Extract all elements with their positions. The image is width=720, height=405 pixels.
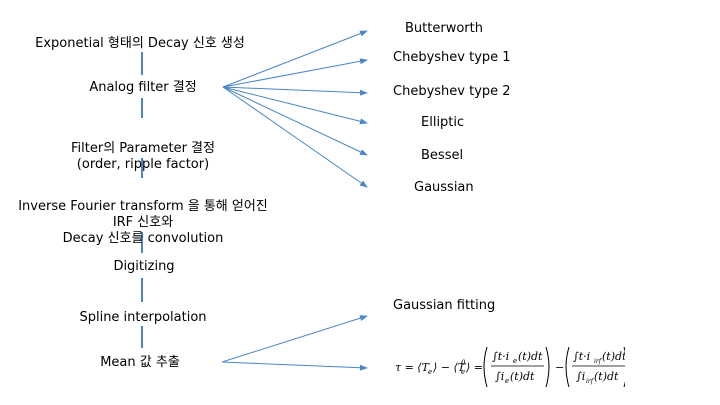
step-filter-parameter: Filter의 Parameter 결정 (order, ripple fact… [71, 125, 215, 173]
svg-text:∫t·i: ∫t·i [573, 350, 590, 363]
option-gaussian: Gaussian [414, 180, 474, 195]
svg-text:(t)dt: (t)dt [594, 370, 619, 383]
step-decay-generation: Exponetial 형태의 Decay 신호 생성 [35, 36, 245, 52]
step-label: Mean 값 추출 [100, 355, 180, 370]
step-label: Spline interpolation [79, 310, 207, 325]
svg-text:⟩ =: ⟩ = [465, 361, 483, 374]
option-gaussian-fitting: Gaussian fitting [393, 298, 496, 313]
option-butterworth: Butterworth [405, 21, 483, 36]
svg-text:e: e [428, 368, 432, 376]
svg-text:(t)dt: (t)dt [510, 370, 535, 383]
step-convolution: Inverse Fourier transform 을 통해 얻어진 IRF 신… [18, 183, 268, 247]
arrow-gaussian-fitting [221, 315, 368, 363]
mean-arrows [221, 315, 368, 371]
option-chebyshev-type-1: Chebyshev type 1 [393, 50, 511, 65]
step-analog-filter: Analog filter 결정 [89, 80, 196, 96]
svg-text:e: e [513, 357, 517, 365]
step-label: Digitizing [113, 259, 175, 274]
svg-text:−: − [555, 361, 564, 374]
svg-text:∫i: ∫i [576, 370, 585, 383]
svg-text:(t)dt: (t)dt [518, 350, 543, 363]
filter-arrows [222, 30, 368, 188]
svg-text:τ = ⟨T: τ = ⟨T [395, 361, 431, 374]
arrow-chebyshev1 [222, 58, 368, 88]
arrow-bessel [222, 86, 368, 156]
step-label: Filter의 Parameter 결정 (order, ripple fact… [71, 141, 215, 172]
svg-text:(t)dt: (t)dt [602, 350, 625, 363]
step-digitizing: Digitizing [113, 259, 174, 275]
step-label: Exponetial 형태의 Decay 신호 생성 [35, 36, 245, 51]
svg-text:e: e [505, 377, 509, 385]
option-elliptic: Elliptic [421, 115, 465, 130]
step-spline: Spline interpolation [79, 310, 206, 326]
svg-text:∫i: ∫i [495, 370, 504, 383]
svg-text:∫t·i: ∫t·i [492, 350, 509, 363]
arrow-formula [221, 361, 368, 371]
svg-text:e: e [461, 368, 465, 376]
step-label: Inverse Fourier transform 을 통해 얻어진 IRF 신… [18, 199, 268, 246]
step-mean: Mean 값 추출 [100, 355, 180, 371]
option-chebyshev-type-2: Chebyshev type 2 [393, 84, 511, 99]
tau-formula: τ = ⟨T e ⟩ − ⟨T e 0 ⟩ = ∫t·i e (t)dt ∫i … [395, 346, 625, 388]
option-bessel: Bessel [421, 148, 464, 163]
step-label: Analog filter 결정 [89, 80, 197, 95]
arrow-gaussian [222, 86, 368, 188]
